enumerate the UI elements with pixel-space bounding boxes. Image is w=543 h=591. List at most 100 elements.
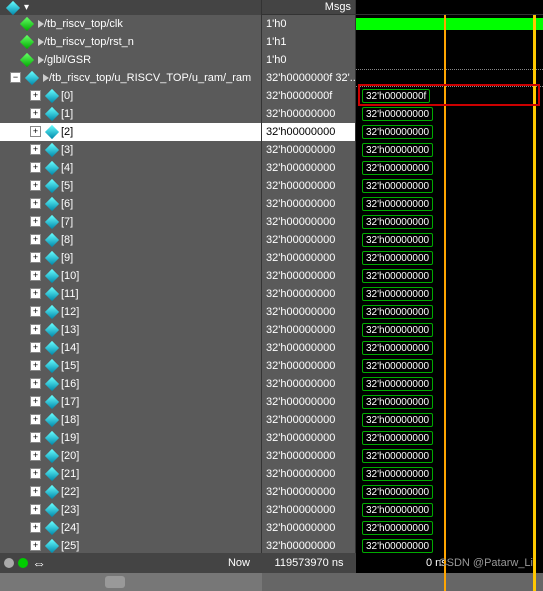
wave-row[interactable]: 32'h00000000 <box>356 285 543 303</box>
expand-toggle[interactable]: + <box>30 90 41 101</box>
signal-row[interactable]: + [7] <box>0 213 261 231</box>
signal-row[interactable]: + [15] <box>0 357 261 375</box>
expand-toggle[interactable]: + <box>30 540 41 551</box>
footer-icon-2[interactable] <box>18 558 28 568</box>
signal-row[interactable]: + [2] <box>0 123 261 141</box>
wave-row[interactable]: 32'h00000000 <box>356 177 543 195</box>
signal-value[interactable]: 32'h00000000 <box>262 123 355 141</box>
signal-row[interactable]: + [20] <box>0 447 261 465</box>
expand-toggle[interactable]: + <box>30 432 41 443</box>
wave-row[interactable] <box>356 15 543 33</box>
signal-row[interactable]: + [4] <box>0 159 261 177</box>
signal-value[interactable]: 32'h0000000f <box>262 87 355 105</box>
wave-row[interactable]: 32'h00000000 <box>356 519 543 537</box>
signal-value[interactable]: 32'h00000000 <box>262 303 355 321</box>
signal-row[interactable]: + [16] <box>0 375 261 393</box>
expand-toggle[interactable]: + <box>30 324 41 335</box>
signal-row[interactable]: + [12] <box>0 303 261 321</box>
signal-value[interactable]: 32'h00000000 <box>262 249 355 267</box>
signal-row[interactable]: + [13] <box>0 321 261 339</box>
expand-toggle[interactable]: + <box>30 450 41 461</box>
signal-row[interactable]: + [10] <box>0 267 261 285</box>
diamond-icon[interactable] <box>6 0 20 14</box>
wave-row[interactable]: 32'h00000000 <box>356 393 543 411</box>
expand-toggle[interactable]: + <box>30 216 41 227</box>
signal-row[interactable]: + [3] <box>0 141 261 159</box>
signal-row[interactable]: /tb_riscv_top/clk <box>0 15 261 33</box>
signal-row[interactable]: + [6] <box>0 195 261 213</box>
signal-value[interactable]: 32'h00000000 <box>262 195 355 213</box>
signal-value[interactable]: 32'h00000000 <box>262 375 355 393</box>
signal-value[interactable]: 32'h00000000 <box>262 519 355 537</box>
signal-row[interactable]: + [19] <box>0 429 261 447</box>
signal-value[interactable]: 32'h00000000 <box>262 447 355 465</box>
expand-toggle[interactable]: + <box>30 504 41 515</box>
expand-toggle[interactable]: + <box>30 360 41 371</box>
signal-row[interactable]: + [23] <box>0 501 261 519</box>
signal-value[interactable]: 32'h00000000 <box>262 105 355 123</box>
wave-row[interactable] <box>356 33 543 51</box>
expand-toggle[interactable]: + <box>30 180 41 191</box>
expand-toggle[interactable]: + <box>30 396 41 407</box>
wave-row[interactable]: 32'h00000000 <box>356 375 543 393</box>
wave-row[interactable]: 32'h00000000 <box>356 141 543 159</box>
expand-toggle[interactable]: + <box>30 288 41 299</box>
expand-toggle[interactable]: − <box>10 72 21 83</box>
wave-row[interactable] <box>356 51 543 69</box>
expand-toggle[interactable]: + <box>30 306 41 317</box>
signal-value[interactable]: 32'h0000000f 32'... <box>262 69 355 87</box>
scrollbar-thumb[interactable] <box>105 576 125 588</box>
wave-row[interactable]: 32'h00000000 <box>356 339 543 357</box>
signal-value[interactable]: 32'h00000000 <box>262 141 355 159</box>
signal-value[interactable]: 32'h00000000 <box>262 411 355 429</box>
signal-row[interactable]: + [5] <box>0 177 261 195</box>
expand-toggle[interactable]: + <box>30 144 41 155</box>
wave-row[interactable]: 32'h00000000 <box>356 447 543 465</box>
expand-toggle[interactable]: + <box>30 522 41 533</box>
signal-row[interactable]: + [9] <box>0 249 261 267</box>
expand-toggle[interactable]: + <box>30 108 41 119</box>
expand-toggle[interactable]: + <box>30 414 41 425</box>
wave-row[interactable]: 32'h00000000 <box>356 483 543 501</box>
wave-row[interactable]: 32'h00000000 <box>356 105 543 123</box>
signal-value[interactable]: 1'h0 <box>262 15 355 33</box>
footer-icon-1[interactable] <box>4 558 14 568</box>
signal-value[interactable]: 32'h00000000 <box>262 429 355 447</box>
expand-toggle[interactable]: + <box>30 252 41 263</box>
wave-row[interactable]: 32'h00000000 <box>356 213 543 231</box>
wave-row[interactable]: 32'h00000000 <box>356 429 543 447</box>
signal-value[interactable]: 32'h00000000 <box>262 177 355 195</box>
wave-row[interactable]: 32'h00000000 <box>356 465 543 483</box>
expand-toggle[interactable]: + <box>30 378 41 389</box>
wave-row[interactable]: 32'h00000000 <box>356 249 543 267</box>
wave-row[interactable]: 32'h00000000 <box>356 501 543 519</box>
signal-row[interactable]: /tb_riscv_top/rst_n <box>0 33 261 51</box>
signal-value[interactable]: 32'h00000000 <box>262 285 355 303</box>
dropdown-icon[interactable]: ▾ <box>24 2 29 13</box>
resize-handle-icon[interactable]: ⇔ <box>32 555 46 571</box>
wave-row[interactable]: 32'h00000000 <box>356 231 543 249</box>
expand-toggle[interactable]: + <box>30 126 41 137</box>
wave-row[interactable]: 32'h00000000 <box>356 123 543 141</box>
signal-row[interactable]: + [22] <box>0 483 261 501</box>
wave-row[interactable]: 32'h00000000 <box>356 321 543 339</box>
horizontal-scrollbar[interactable] <box>0 573 543 591</box>
wave-row[interactable]: 32'h00000000 <box>356 357 543 375</box>
wave-row[interactable]: 32'h00000000 <box>356 303 543 321</box>
expand-toggle[interactable]: + <box>30 162 41 173</box>
expand-toggle[interactable]: + <box>30 234 41 245</box>
signal-value[interactable]: 32'h00000000 <box>262 339 355 357</box>
expand-toggle[interactable]: + <box>30 270 41 281</box>
signal-value[interactable]: 32'h00000000 <box>262 231 355 249</box>
signal-row[interactable]: + [11] <box>0 285 261 303</box>
signal-row[interactable]: + [8] <box>0 231 261 249</box>
signal-value[interactable]: 32'h00000000 <box>262 393 355 411</box>
wave-row[interactable]: 32'h00000000 <box>356 159 543 177</box>
signal-row[interactable]: + [18] <box>0 411 261 429</box>
expand-toggle[interactable]: + <box>30 198 41 209</box>
signal-row[interactable]: + [1] <box>0 105 261 123</box>
signal-value[interactable]: 32'h00000000 <box>262 321 355 339</box>
signal-value[interactable]: 32'h00000000 <box>262 483 355 501</box>
signal-value[interactable]: 32'h00000000 <box>262 159 355 177</box>
signal-row[interactable]: + [21] <box>0 465 261 483</box>
